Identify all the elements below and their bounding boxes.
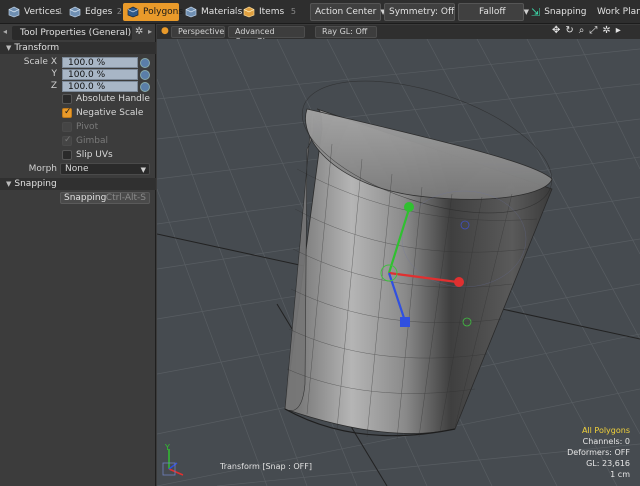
- cube-icon: [185, 6, 197, 18]
- morph-label: Morph: [28, 164, 57, 174]
- rotate-icon[interactable]: ↻: [565, 25, 573, 36]
- morph-value: None: [65, 164, 89, 174]
- gear-icon[interactable]: ✲: [135, 26, 143, 37]
- panel-header: ◂ Tool Properties (General) ✲ ▸: [0, 26, 156, 40]
- pivot-label: Pivot: [76, 122, 99, 132]
- snapping-section-label: Snapping: [14, 179, 57, 189]
- 3d-viewport[interactable]: Y All Polygons Channels: 0 Deformers: OF…: [157, 39, 640, 486]
- top-toolbar: Vertices 1 Edges 2 Polygons Materials 4 …: [0, 0, 640, 24]
- advanced-opengl-tab[interactable]: Advanced OpenGL: [228, 26, 305, 46]
- gizmo-x-handle: [454, 277, 464, 287]
- negative-scale-checkbox[interactable]: ✓: [62, 107, 72, 118]
- hud-deformers: Deformers: OFF: [567, 448, 630, 457]
- chevron-right-icon[interactable]: ▸: [616, 25, 621, 36]
- gizmo-y-handle: [404, 202, 414, 212]
- caret-down-icon: ▼: [140, 166, 146, 174]
- materials-shortcut: 4: [232, 7, 238, 16]
- absolute-handle-label: Absolute Handle: [76, 94, 150, 104]
- cube-icon: [127, 6, 139, 18]
- axis-y-label: Y: [165, 443, 170, 452]
- vertices-mode-button[interactable]: Vertices 1: [4, 3, 63, 21]
- edges-mode-button[interactable]: Edges 2: [65, 3, 122, 21]
- hud-selection-mode: All Polygons: [581, 426, 630, 435]
- collapse-triangle-icon: ▼: [6, 180, 12, 188]
- panel-tab-label: Tool Properties (General): [20, 28, 132, 38]
- chevron-right-icon[interactable]: ▸: [148, 27, 152, 36]
- vertices-shortcut: 1: [57, 7, 63, 16]
- hud-gl-count: GL: 23,616: [586, 459, 630, 468]
- snapping-button-label: Snapping: [64, 193, 107, 203]
- panel-tab-tool-properties[interactable]: Tool Properties (General): [12, 26, 132, 40]
- gizmo-z-handle: [400, 317, 410, 327]
- snapping-toggle-label: Snapping: [544, 7, 587, 17]
- gimbal-label: Gimbal: [76, 136, 108, 146]
- negative-scale-label: Negative Scale: [76, 108, 144, 118]
- snapping-toggle-button[interactable]: ⇲ Snapping: [527, 3, 587, 21]
- items-mode-button[interactable]: Items 5: [239, 3, 296, 21]
- cube-icon: [243, 6, 255, 18]
- axis-orientation-indicator: [162, 449, 184, 476]
- slip-uvs-label: Slip UVs: [76, 150, 113, 160]
- action-center-label: Action Center: [315, 7, 377, 17]
- snapping-button[interactable]: Snapping Ctrl-Alt-S: [60, 192, 150, 204]
- symmetry-dropdown[interactable]: Symmetry: Off ▼: [384, 3, 464, 21]
- items-shortcut: 5: [290, 7, 296, 16]
- work-plane-button[interactable]: Work Plane: [593, 3, 640, 21]
- morph-dropdown[interactable]: None ▼: [60, 163, 150, 175]
- vertices-mode-label: Vertices: [24, 7, 60, 17]
- edges-shortcut: 2: [116, 7, 122, 16]
- scale-x-reset-icon[interactable]: [140, 58, 150, 68]
- pivot-checkbox[interactable]: [62, 122, 72, 132]
- pan-icon[interactable]: ✥: [552, 25, 560, 36]
- materials-mode-button[interactable]: Materials 4: [181, 3, 242, 21]
- falloff-dropdown[interactable]: Falloff ▼: [458, 3, 529, 21]
- scale-y-field[interactable]: 100.0 %: [62, 69, 138, 80]
- items-mode-label: Items: [259, 7, 285, 17]
- maximize-icon[interactable]: ⤢: [589, 25, 597, 36]
- perspective-view-tab[interactable]: Perspective: [171, 26, 225, 38]
- scale-z-label: Z: [50, 81, 57, 91]
- tool-properties-panel: ◂ Tool Properties (General) ✲ ▸ ▼ Transfo…: [0, 24, 156, 486]
- tool-status-text: Transform [Snap : OFF]: [220, 462, 312, 471]
- transform-section-header[interactable]: ▼ Transform: [0, 42, 156, 54]
- viewport-header: ● Perspective Advanced OpenGL Ray GL: Of…: [157, 25, 640, 46]
- zoom-icon[interactable]: ⌕: [579, 25, 585, 36]
- perspective-label: Perspective: [178, 27, 225, 36]
- scale-y-reset-icon[interactable]: [140, 70, 150, 80]
- scale-x-field[interactable]: 100.0 %: [62, 57, 138, 68]
- scale-y-label: Y: [51, 69, 58, 79]
- symmetry-label: Symmetry: Off: [389, 7, 455, 17]
- scale-z-field[interactable]: 100.0 %: [62, 81, 138, 92]
- checkmark-icon: ✓: [64, 135, 72, 145]
- viewport-menu-icon[interactable]: ●: [161, 26, 169, 36]
- gear-icon[interactable]: ✲: [602, 25, 610, 36]
- scene-render[interactable]: [157, 39, 640, 486]
- ray-gl-label: Ray GL: Off: [322, 27, 368, 36]
- hud-units: 1 cm: [610, 470, 630, 479]
- work-plane-label: Work Plane: [597, 7, 640, 17]
- ray-gl-tab[interactable]: Ray GL: Off: [315, 26, 377, 38]
- scale-x-label: Scale X: [23, 57, 57, 67]
- gimbal-checkbox[interactable]: ✓: [62, 135, 72, 146]
- scale-z-reset-icon[interactable]: [140, 82, 150, 92]
- cube-icon: [69, 6, 81, 18]
- polygons-mode-button[interactable]: Polygons: [123, 3, 183, 21]
- collapse-triangle-icon: ▼: [6, 44, 12, 52]
- snap-magnet-icon: ⇲: [531, 5, 541, 19]
- snapping-shortcut: Ctrl-Alt-S: [105, 193, 146, 203]
- polygons-mode-label: Polygons: [143, 7, 184, 17]
- panel-menu-icon[interactable]: ◂: [3, 27, 7, 36]
- checkmark-icon: ✓: [64, 107, 72, 117]
- edges-mode-label: Edges: [85, 7, 113, 17]
- hud-channels: Channels: 0: [582, 437, 630, 446]
- slip-uvs-checkbox[interactable]: [62, 150, 72, 160]
- viewport-nav-icons: ✥ ↻ ⌕ ⤢ ✲ ▸: [552, 25, 621, 36]
- cube-icon: [8, 6, 20, 18]
- falloff-label: Falloff: [479, 7, 506, 17]
- absolute-handle-checkbox[interactable]: [62, 94, 72, 104]
- action-center-dropdown[interactable]: Action Center ▼: [310, 3, 386, 21]
- transform-section-label: Transform: [14, 43, 60, 53]
- snapping-section-header[interactable]: ▼ Snapping: [0, 178, 156, 190]
